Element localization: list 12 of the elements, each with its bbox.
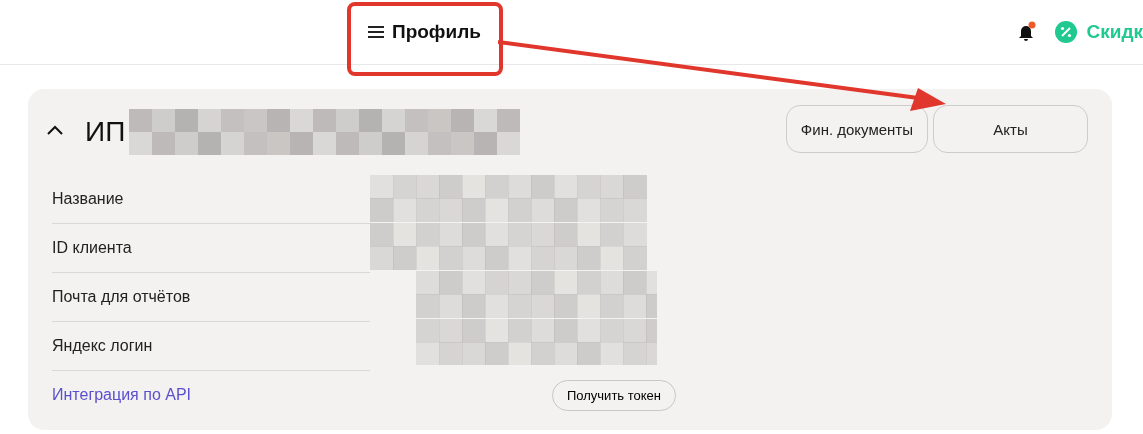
field-label: Название bbox=[52, 190, 124, 208]
field-label: ID клиента bbox=[52, 239, 132, 257]
card-title: ИП bbox=[85, 116, 126, 148]
field-label: Почта для отчётов bbox=[52, 288, 191, 306]
percent-icon bbox=[1054, 21, 1077, 43]
profile-menu-button[interactable]: Профиль bbox=[368, 21, 481, 43]
api-integration-link[interactable]: Интеграция по API bbox=[52, 386, 192, 404]
menu-icon bbox=[368, 26, 384, 38]
field-label: Яндекс логин bbox=[52, 337, 153, 355]
get-token-button[interactable]: Получить токен bbox=[551, 379, 676, 411]
document-button[interactable]: Фин. документы bbox=[785, 105, 928, 153]
document-button[interactable]: Акты bbox=[933, 105, 1088, 153]
